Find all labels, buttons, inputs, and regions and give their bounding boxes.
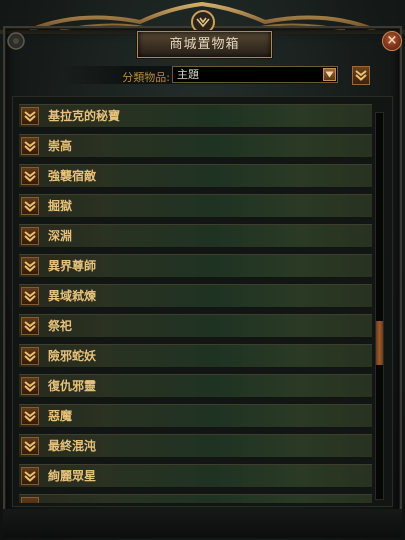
expand-chevron-icon[interactable] [21, 107, 39, 125]
list-item-label: 異界尊師 [48, 259, 97, 273]
category-list: 基拉克的秘寶 崇高 強襲宿敵 掘獄 深淵 異界尊師 異域弒煉 祭祀 險邪蛇妖 復… [19, 104, 372, 506]
list-item-label: 掘獄 [48, 199, 73, 213]
list-item-label: 強襲宿敵 [48, 169, 97, 183]
filter-label: 分類物品: [122, 71, 170, 84]
list-item-label: 異域弒煉 [48, 289, 97, 303]
list-item[interactable] [19, 494, 372, 504]
close-button[interactable]: × [382, 31, 402, 51]
list-item[interactable]: 崇高 [19, 134, 372, 158]
expand-chevron-icon[interactable] [21, 377, 39, 395]
list-item[interactable]: 掘獄 [19, 194, 372, 218]
list-item-label: 絢麗眾星 [48, 469, 97, 483]
list-item-label: 崇高 [48, 139, 73, 153]
category-dropdown-value: 主題 [177, 68, 199, 81]
stash-window: 商城置物箱 × 分類物品: 主題 基拉克的秘寶 崇高 強襲宿敵 掘獄 深淵 異界… [0, 0, 405, 540]
collapse-all-button[interactable] [352, 66, 370, 85]
expand-chevron-icon[interactable] [21, 347, 39, 365]
list-item[interactable]: 祭祀 [19, 314, 372, 338]
double-chevron-icon [355, 70, 367, 81]
expand-chevron-icon[interactable] [21, 257, 39, 275]
list-item-label: 險邪蛇妖 [48, 349, 97, 363]
list-item[interactable]: 異界尊師 [19, 254, 372, 278]
list-item[interactable]: 險邪蛇妖 [19, 344, 372, 368]
window-bottom-edge [3, 509, 402, 538]
list-item-label: 祭祀 [48, 319, 73, 333]
list-item-label: 基拉克的秘寶 [48, 109, 121, 123]
expand-chevron-icon[interactable] [21, 407, 39, 425]
list-item-label: 復仇邪靈 [48, 379, 97, 393]
scrollbar[interactable] [375, 112, 384, 500]
scrollbar-thumb[interactable] [376, 321, 383, 365]
list-item[interactable]: 強襲宿敵 [19, 164, 372, 188]
corner-ornament-icon [7, 32, 25, 50]
list-item[interactable]: 基拉克的秘寶 [19, 104, 372, 128]
expand-chevron-icon[interactable] [21, 467, 39, 485]
expand-chevron-icon[interactable] [21, 167, 39, 185]
expand-chevron-icon[interactable] [21, 137, 39, 155]
list-item[interactable]: 最終混沌 [19, 434, 372, 458]
category-dropdown[interactable]: 主題 [172, 66, 338, 83]
expand-chevron-icon[interactable] [21, 287, 39, 305]
list-item[interactable]: 復仇邪靈 [19, 374, 372, 398]
chevron-down-icon[interactable] [323, 68, 336, 81]
expand-chevron-icon[interactable] [21, 197, 39, 215]
expand-chevron-icon[interactable] [21, 227, 39, 245]
window-title: 商城置物箱 [137, 31, 272, 58]
expand-chevron-icon[interactable] [21, 437, 39, 455]
list-item[interactable]: 異域弒煉 [19, 284, 372, 308]
expand-chevron-icon[interactable] [21, 317, 39, 335]
list-item-label: 最終混沌 [48, 439, 97, 453]
list-item[interactable]: 惡魔 [19, 404, 372, 428]
list-item-label: 惡魔 [48, 409, 73, 423]
list-item[interactable]: 深淵 [19, 224, 372, 248]
category-list-area: 基拉克的秘寶 崇高 強襲宿敵 掘獄 深淵 異界尊師 異域弒煉 祭祀 險邪蛇妖 復… [12, 96, 393, 507]
expand-chevron-icon[interactable] [21, 497, 39, 503]
list-item[interactable]: 絢麗眾星 [19, 464, 372, 488]
list-item-label: 深淵 [48, 229, 73, 243]
